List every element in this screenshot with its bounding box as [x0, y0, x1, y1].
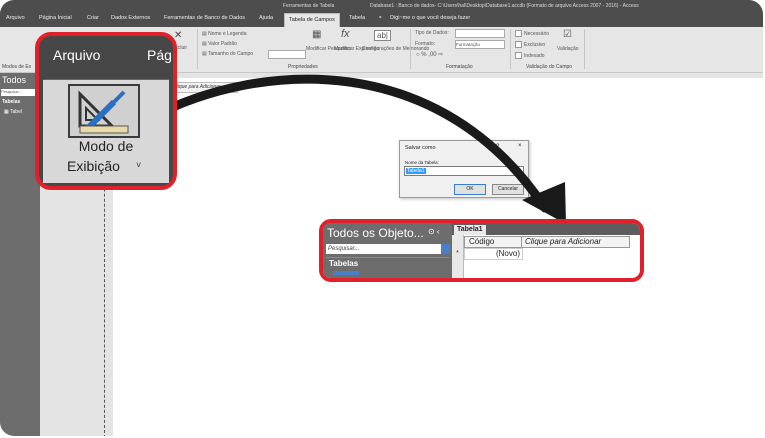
zoom-group-tables[interactable]: Tabelas	[326, 257, 449, 269]
view-button-callout: Arquivo Pág Modo de Exibição ˅	[35, 32, 177, 190]
design-view-icon	[68, 84, 140, 138]
zoom-nav-pane: Todos os Objeto... ⊙ ‹ Pesquisar... Tabe…	[323, 223, 452, 278]
zoom-nav-title[interactable]: Todos os Objeto...	[327, 226, 424, 240]
search-icon[interactable]	[441, 244, 450, 254]
zoom-search-input[interactable]: Pesquisar...	[326, 244, 441, 254]
table-result-callout: Todos os Objeto... ⊙ ‹ Pesquisar... Tabe…	[319, 219, 644, 282]
nav-pane-controls-icon[interactable]: ⊙ ‹	[428, 227, 440, 236]
zoom-doc-tab-bar: Tabela1	[452, 223, 640, 235]
screenshot-frame: Ferramentas de Tabela Database1 : Banco …	[0, 0, 763, 436]
view-button-label-line2: Exibição	[67, 158, 120, 174]
zoom-table-item[interactable]	[333, 271, 359, 275]
view-button-label-line1: Modo de	[78, 138, 134, 154]
zoom-tab-pagina[interactable]: Pág	[147, 47, 172, 63]
new-record-cell[interactable]: (Novo)	[464, 248, 523, 260]
chevron-down-icon[interactable]: ˅	[136, 160, 141, 170]
zoom-tab-arquivo[interactable]: Arquivo	[53, 47, 100, 63]
column-header-codigo[interactable]: Código	[464, 236, 525, 248]
new-record-marker[interactable]: *	[452, 248, 463, 259]
tab-tabela1[interactable]: Tabela1	[454, 225, 486, 235]
column-header-add[interactable]: Clique para Adicionar	[521, 236, 630, 248]
view-button[interactable]: Modo de Exibição ˅	[43, 79, 169, 183]
